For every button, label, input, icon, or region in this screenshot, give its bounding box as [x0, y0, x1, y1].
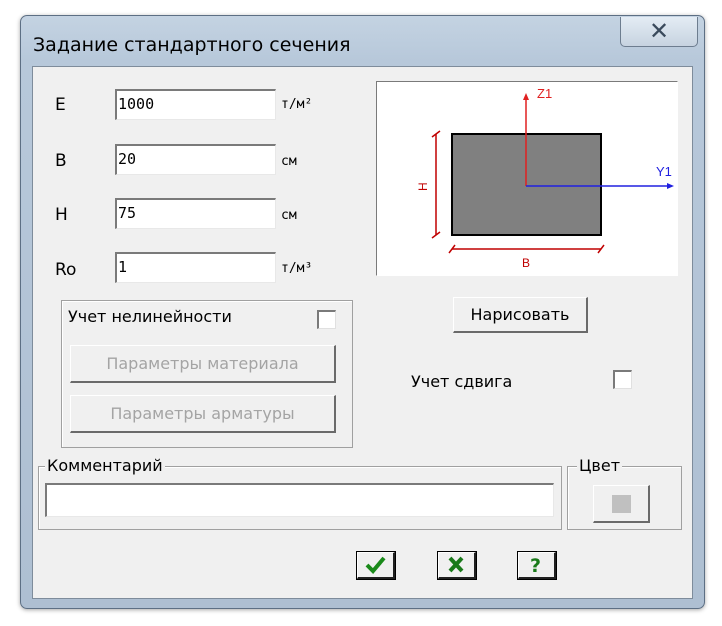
checkmark-icon — [365, 556, 386, 574]
axis-y-arrow — [667, 183, 674, 189]
section-drawing: Z1 Y1 H B — [416, 86, 674, 270]
axis-y-label: Y1 — [656, 164, 672, 179]
label-e: E — [55, 95, 66, 115]
dialog-window: Задание стандартного сечения ✕ E 1000 т/… — [20, 15, 705, 609]
label-b: B — [55, 151, 67, 171]
help-button[interactable]: ? — [517, 551, 557, 580]
unit-e: т/м² — [281, 97, 313, 112]
field-ro[interactable]: 1 — [115, 252, 276, 283]
shear-label: Учет сдвига — [411, 372, 513, 391]
rebar-params-button[interactable]: Параметры арматуры — [70, 395, 336, 433]
cancel-button[interactable] — [437, 551, 477, 580]
color-legend: Цвет — [577, 456, 623, 475]
axis-z-label: Z1 — [537, 86, 552, 101]
ok-button[interactable] — [356, 551, 396, 580]
close-icon: ✕ — [648, 17, 670, 45]
window-title: Задание стандартного сечения — [33, 34, 351, 56]
close-button[interactable]: ✕ — [620, 17, 698, 47]
dim-h-label: H — [416, 182, 430, 191]
color-swatch — [611, 494, 631, 513]
x-icon — [448, 556, 464, 573]
field-b[interactable]: 20 — [115, 144, 276, 175]
unit-h: см — [281, 208, 297, 223]
shear-checkbox[interactable] — [613, 370, 632, 389]
comment-legend: Комментарий — [45, 456, 165, 475]
material-params-button[interactable]: Параметры материала — [70, 345, 336, 383]
comment-field[interactable] — [45, 483, 554, 517]
draw-button[interactable]: Нарисовать — [453, 297, 588, 333]
section-preview: Z1 Y1 H B — [376, 81, 678, 276]
nonlinear-label: Учет нелинейности — [68, 307, 232, 326]
dialog-client: E 1000 т/м² B 20 см H 75 см Ro 1 т/м³ Z1… — [32, 66, 693, 599]
question-icon: ? — [530, 555, 541, 576]
field-h[interactable]: 75 — [115, 198, 276, 229]
dim-b-label: B — [522, 256, 530, 270]
svg-text:?: ? — [530, 555, 541, 576]
color-button[interactable] — [593, 485, 650, 523]
label-h: H — [55, 205, 68, 225]
unit-b: см — [281, 154, 297, 169]
nonlinear-checkbox[interactable] — [317, 310, 336, 329]
label-ro: Ro — [55, 260, 77, 280]
axis-z-arrow — [523, 93, 529, 100]
unit-ro: т/м³ — [281, 261, 313, 276]
field-e[interactable]: 1000 — [115, 89, 276, 120]
